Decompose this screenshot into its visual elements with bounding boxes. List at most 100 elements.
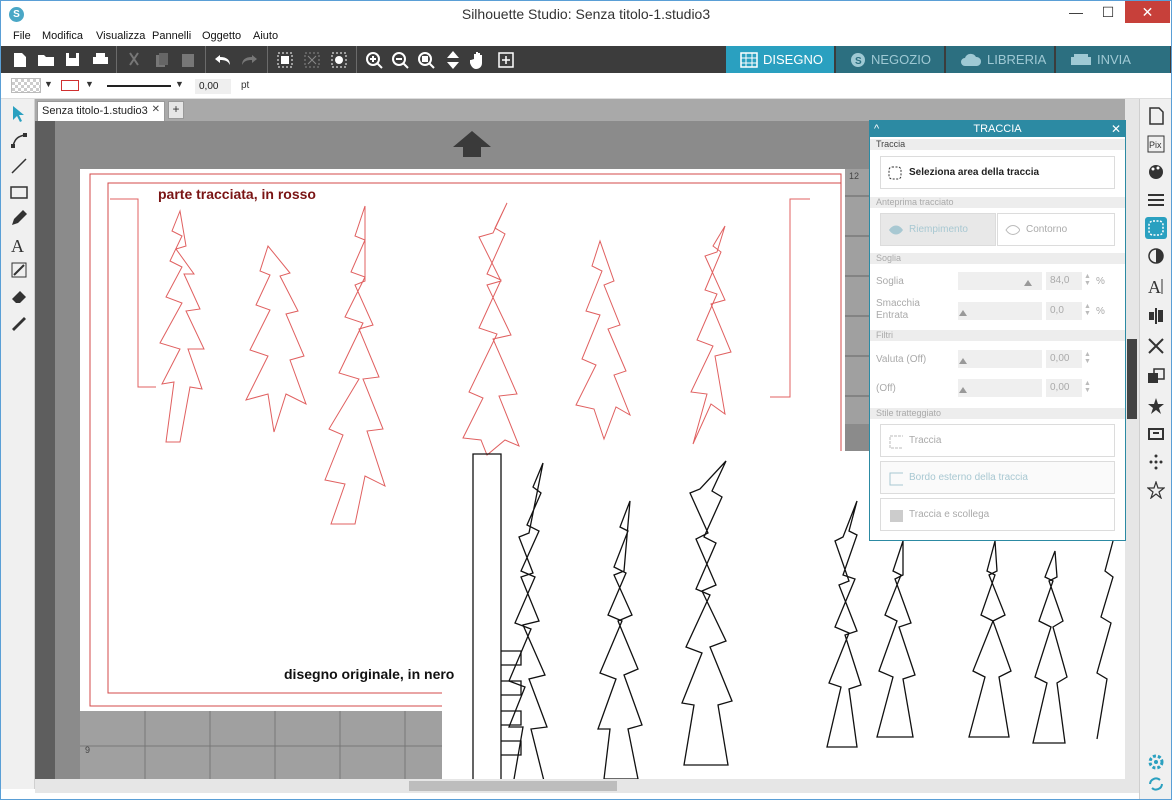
undo-icon[interactable] [212,49,234,70]
line-color-swatch[interactable] [61,80,79,91]
pixscan-icon[interactable]: Pix [1145,133,1167,155]
open-folder-icon[interactable] [35,49,57,70]
trace-panel-icon[interactable] [1145,217,1167,239]
close-button[interactable]: ✕ [1125,1,1170,23]
smudge-slider[interactable] [958,302,1042,320]
smudge-input[interactable]: 0,0 [1046,302,1082,320]
zoom-fit-icon[interactable] [415,49,437,70]
save-icon[interactable] [61,49,83,70]
minimize-button[interactable]: — [1061,1,1091,23]
trace-detach-icon [890,510,903,522]
horizontal-scrollbar[interactable] [35,779,1139,793]
threshold-label: Soglia [876,276,904,287]
page-setup-icon[interactable] [1145,105,1167,127]
pan-vertical-icon[interactable] [442,49,464,70]
tab-negozio[interactable]: S NEGOZIO [836,46,944,73]
fill-dropdown-arrow-icon[interactable]: ▼ [44,79,53,89]
palette-icon[interactable] [1145,161,1167,183]
zoom-in-icon[interactable] [363,49,385,70]
transform-icon[interactable] [1145,335,1167,357]
close-tab-icon[interactable]: ✕ [152,104,160,115]
tab-libreria[interactable]: LIBRERIA [946,46,1054,73]
replicate-icon[interactable] [1145,365,1167,387]
compound-path-icon[interactable] [328,49,350,70]
add-page-icon[interactable] [495,49,517,70]
collapse-panel-icon[interactable]: ^ [874,121,879,137]
close-panel-icon[interactable]: ✕ [1111,121,1121,137]
menu-aiuto[interactable]: Aiuto [253,30,278,42]
vertical-scrollbar[interactable] [1125,99,1139,779]
vscroll-thumb[interactable] [1127,339,1137,419]
align-icon[interactable] [1145,305,1167,327]
text-style-icon[interactable]: A [1145,275,1167,297]
threshold-spinner-icon[interactable]: ▲ ▼ [1084,273,1091,287]
select-tool-icon[interactable] [10,105,28,125]
tab-disegno[interactable]: DISEGNO [726,46,834,73]
rectangle-tool-icon[interactable] [10,183,28,203]
line-style-dropdown-arrow-icon[interactable]: ▼ [175,79,184,89]
trace-detach-button[interactable]: Traccia e scollega [880,498,1115,531]
filter2-slider[interactable] [958,379,1042,397]
section-traccia: Traccia [870,139,1125,150]
cutter-icon [1071,53,1091,65]
trace-outer-edge-icon [889,472,903,486]
menu-visualizza[interactable]: Visualizza [96,30,145,42]
filter1-input[interactable]: 0,00 [1046,350,1082,368]
paste-icon[interactable] [177,49,199,70]
threshold-slider[interactable] [958,272,1042,290]
filter2-input[interactable]: 0,00 [1046,379,1082,397]
line-style-preview[interactable] [107,85,171,87]
offset-icon[interactable] [1145,423,1167,445]
smudge-spinner-icon[interactable]: ▲ ▼ [1084,303,1091,317]
add-tab-button[interactable]: + [168,101,184,119]
line-color-dropdown-arrow-icon[interactable]: ▼ [85,79,94,89]
sketch-dots-icon[interactable] [1145,451,1167,473]
ungroup-icon[interactable] [301,49,323,70]
star-icon[interactable] [1145,479,1167,501]
contrast-icon[interactable] [1145,245,1167,267]
line-width-input[interactable]: 0,00 [195,79,231,94]
menu-oggetto[interactable]: Oggetto [202,30,241,42]
select-trace-area-button[interactable]: Seleziona area della traccia [880,156,1115,189]
menu-pannelli[interactable]: Pannelli [152,30,191,42]
filter1-spinner-icon[interactable]: ▲ ▼ [1084,351,1091,365]
threshold-unit: % [1096,276,1105,287]
menu-file[interactable]: File [13,30,31,42]
redo-icon[interactable] [238,49,260,70]
text-tool-icon[interactable]: A [10,235,28,256]
fill-color-swatch[interactable] [11,78,41,93]
eraser-icon[interactable] [10,287,28,307]
document-tab[interactable]: Senza titolo-1.studio3 ✕ [37,101,165,121]
hscroll-thumb[interactable] [409,781,617,791]
eraser-tool-icon[interactable] [10,261,28,281]
line-tool-icon[interactable] [10,157,28,177]
main-toolbar: DISEGNO S NEGOZIO LIBRERIA INVIA [1,46,1171,73]
print-icon[interactable] [89,49,111,70]
filter1-slider[interactable] [958,350,1042,368]
filter1-label: Valuta (Off) [876,354,927,365]
maximize-button[interactable]: ☐ [1093,1,1123,23]
properties-bar: ▼ ▼ ▼ 0,00 pt [1,73,1171,99]
knife-tool-icon[interactable] [10,313,28,333]
preview-fill-button[interactable]: Riempimento [880,213,996,246]
tab-invia[interactable]: INVIA [1056,46,1170,73]
preview-outline-button[interactable]: Contorno [997,213,1115,246]
trace-button[interactable]: Traccia [880,424,1115,457]
edit-points-icon[interactable] [10,131,28,151]
cut-icon[interactable] [123,49,145,70]
menu-modifica[interactable]: Modifica [42,30,83,42]
sync-icon[interactable] [1145,773,1167,795]
threshold-input[interactable]: 84,0 [1046,272,1082,290]
trace-outer-edge-button[interactable]: Bordo esterno della traccia [880,461,1115,494]
hand-pan-icon[interactable] [468,49,490,70]
filter2-spinner-icon[interactable]: ▲ ▼ [1084,380,1091,394]
settings-gear-icon[interactable] [1145,751,1167,773]
document-tab-bar: Senza titolo-1.studio3 ✕ + [35,99,1139,121]
new-file-icon[interactable] [9,49,31,70]
zoom-out-icon[interactable] [389,49,411,70]
group-icon[interactable] [274,49,296,70]
pencil-tool-icon[interactable] [10,209,28,229]
star-badge-icon[interactable] [1145,395,1167,417]
copy-icon[interactable] [151,49,173,70]
line-style-icon[interactable] [1145,189,1167,211]
